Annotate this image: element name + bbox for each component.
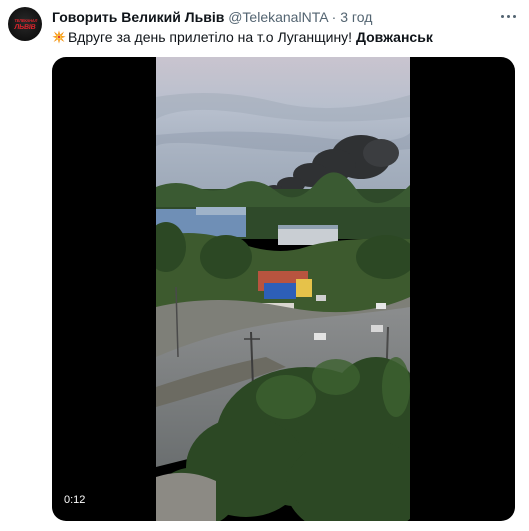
avatar-logo-top: ТЕЛЕКАНАЛ (13, 18, 38, 23)
more-dots-icon (499, 14, 517, 18)
avatar-logo: ТЕЛЕКАНАЛ ЛЬВІВ (13, 17, 38, 31)
more-options-button[interactable] (497, 6, 519, 26)
video-duration: 0:12 (64, 494, 86, 506)
tweet-card[interactable]: ТЕЛЕКАНАЛ ЛЬВІВ Говорить Великий Львів @… (0, 0, 529, 531)
avatar-logo-main: ЛЬВІВ (13, 24, 36, 31)
video-frame[interactable] (156, 57, 410, 521)
tweet-text-location: Довжанськ (355, 29, 433, 45)
tweet-header: Говорить Великий Львів @TelekanalNTA · 3… (52, 8, 489, 26)
tweet-text-plain: Вдруге за день прилетіло на т.о Луганщин… (68, 29, 353, 45)
video-player[interactable]: 0:12 (52, 57, 515, 521)
tweet-text: Вдруге за день прилетіло на т.о Луганщин… (52, 28, 517, 46)
tweet-time[interactable]: 3 год (340, 9, 372, 25)
collision-emoji-icon (52, 30, 66, 44)
header-separator: · (331, 9, 337, 25)
author-name[interactable]: Говорить Великий Львів (52, 9, 224, 25)
avatar[interactable]: ТЕЛЕКАНАЛ ЛЬВІВ (8, 7, 42, 41)
author-handle[interactable]: @TelekanalNTA (228, 9, 328, 25)
